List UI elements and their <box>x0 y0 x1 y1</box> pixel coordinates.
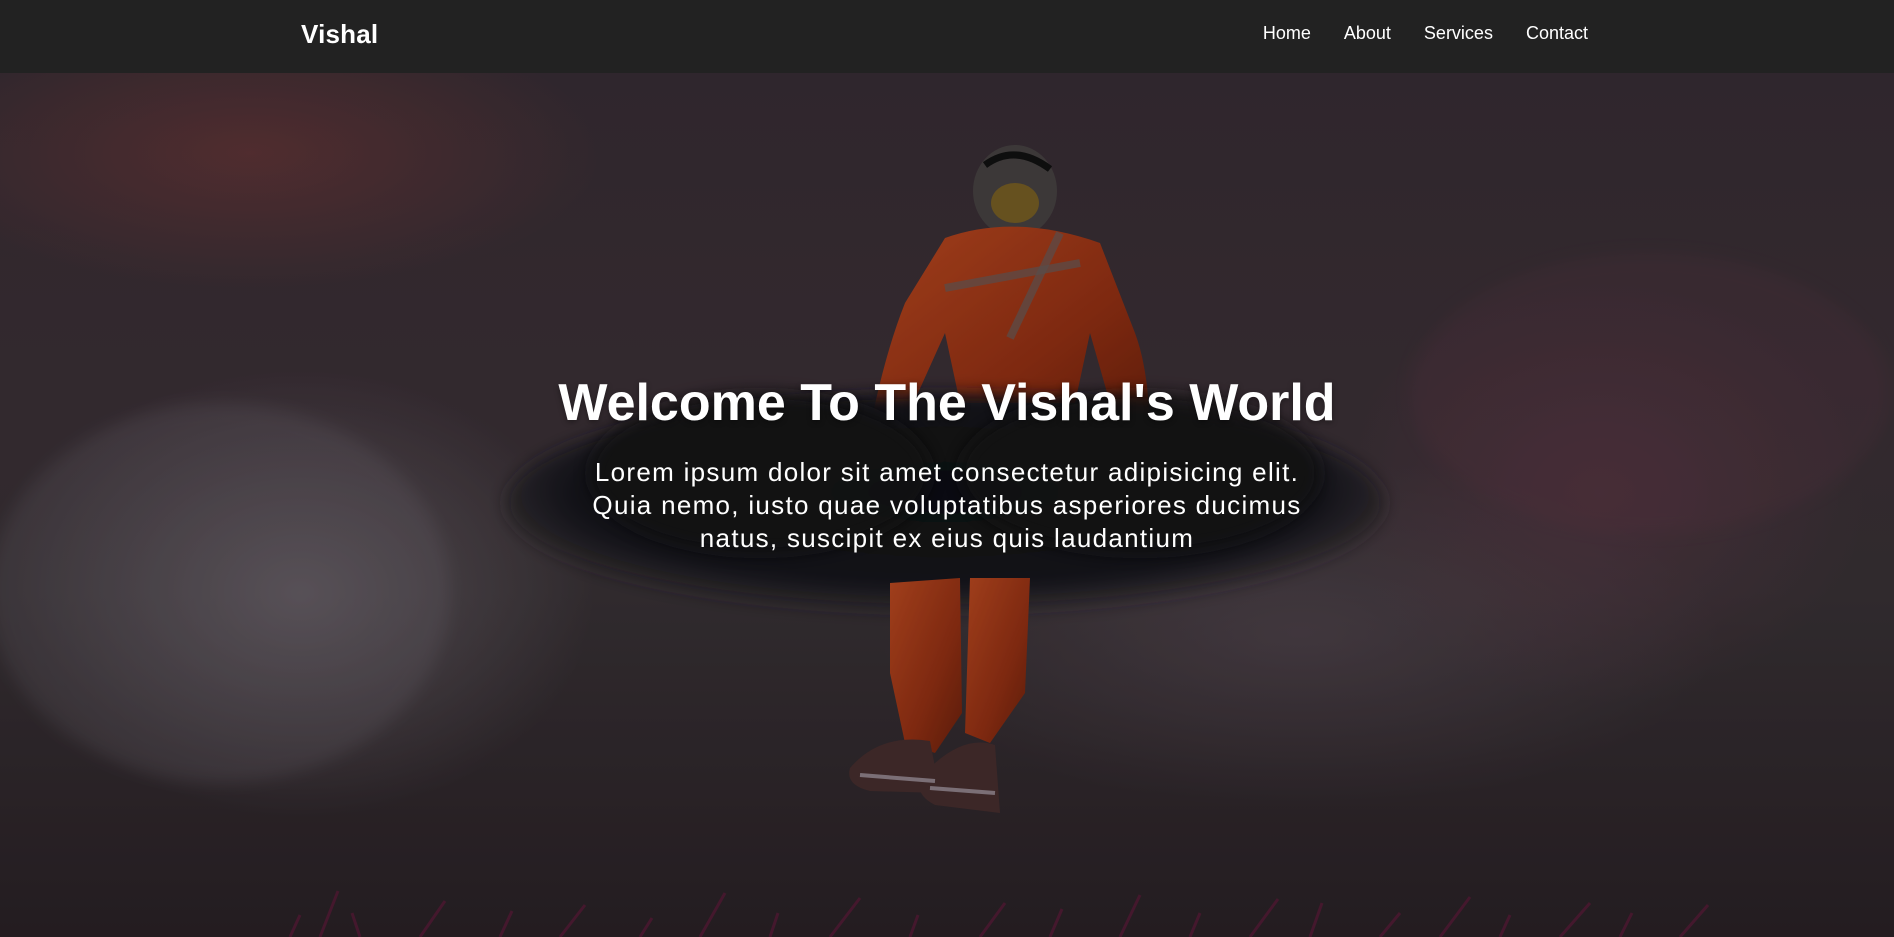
nav-link-contact[interactable]: Contact <box>1526 23 1588 43</box>
hero-section: Welcome To The Vishal's World Lorem ipsu… <box>0 73 1894 937</box>
hero-description: Lorem ipsum dolor sit amet consectetur a… <box>592 457 1302 554</box>
nav-link-services[interactable]: Services <box>1424 23 1493 43</box>
navbar: Vishal Home About Services Contact <box>0 0 1894 73</box>
nav-item-contact: Contact <box>1526 23 1588 44</box>
nav-item-about: About <box>1344 23 1391 44</box>
hero-title: Welcome To The Vishal's World <box>558 374 1336 432</box>
nav-item-home: Home <box>1263 23 1311 44</box>
nav-links: Home About Services Contact <box>1263 23 1588 44</box>
nav-link-home[interactable]: Home <box>1263 23 1311 43</box>
brand-logo[interactable]: Vishal <box>301 19 378 50</box>
hero-content: Welcome To The Vishal's World Lorem ipsu… <box>0 372 1894 555</box>
nav-item-services: Services <box>1424 23 1493 44</box>
nav-link-about[interactable]: About <box>1344 23 1391 43</box>
